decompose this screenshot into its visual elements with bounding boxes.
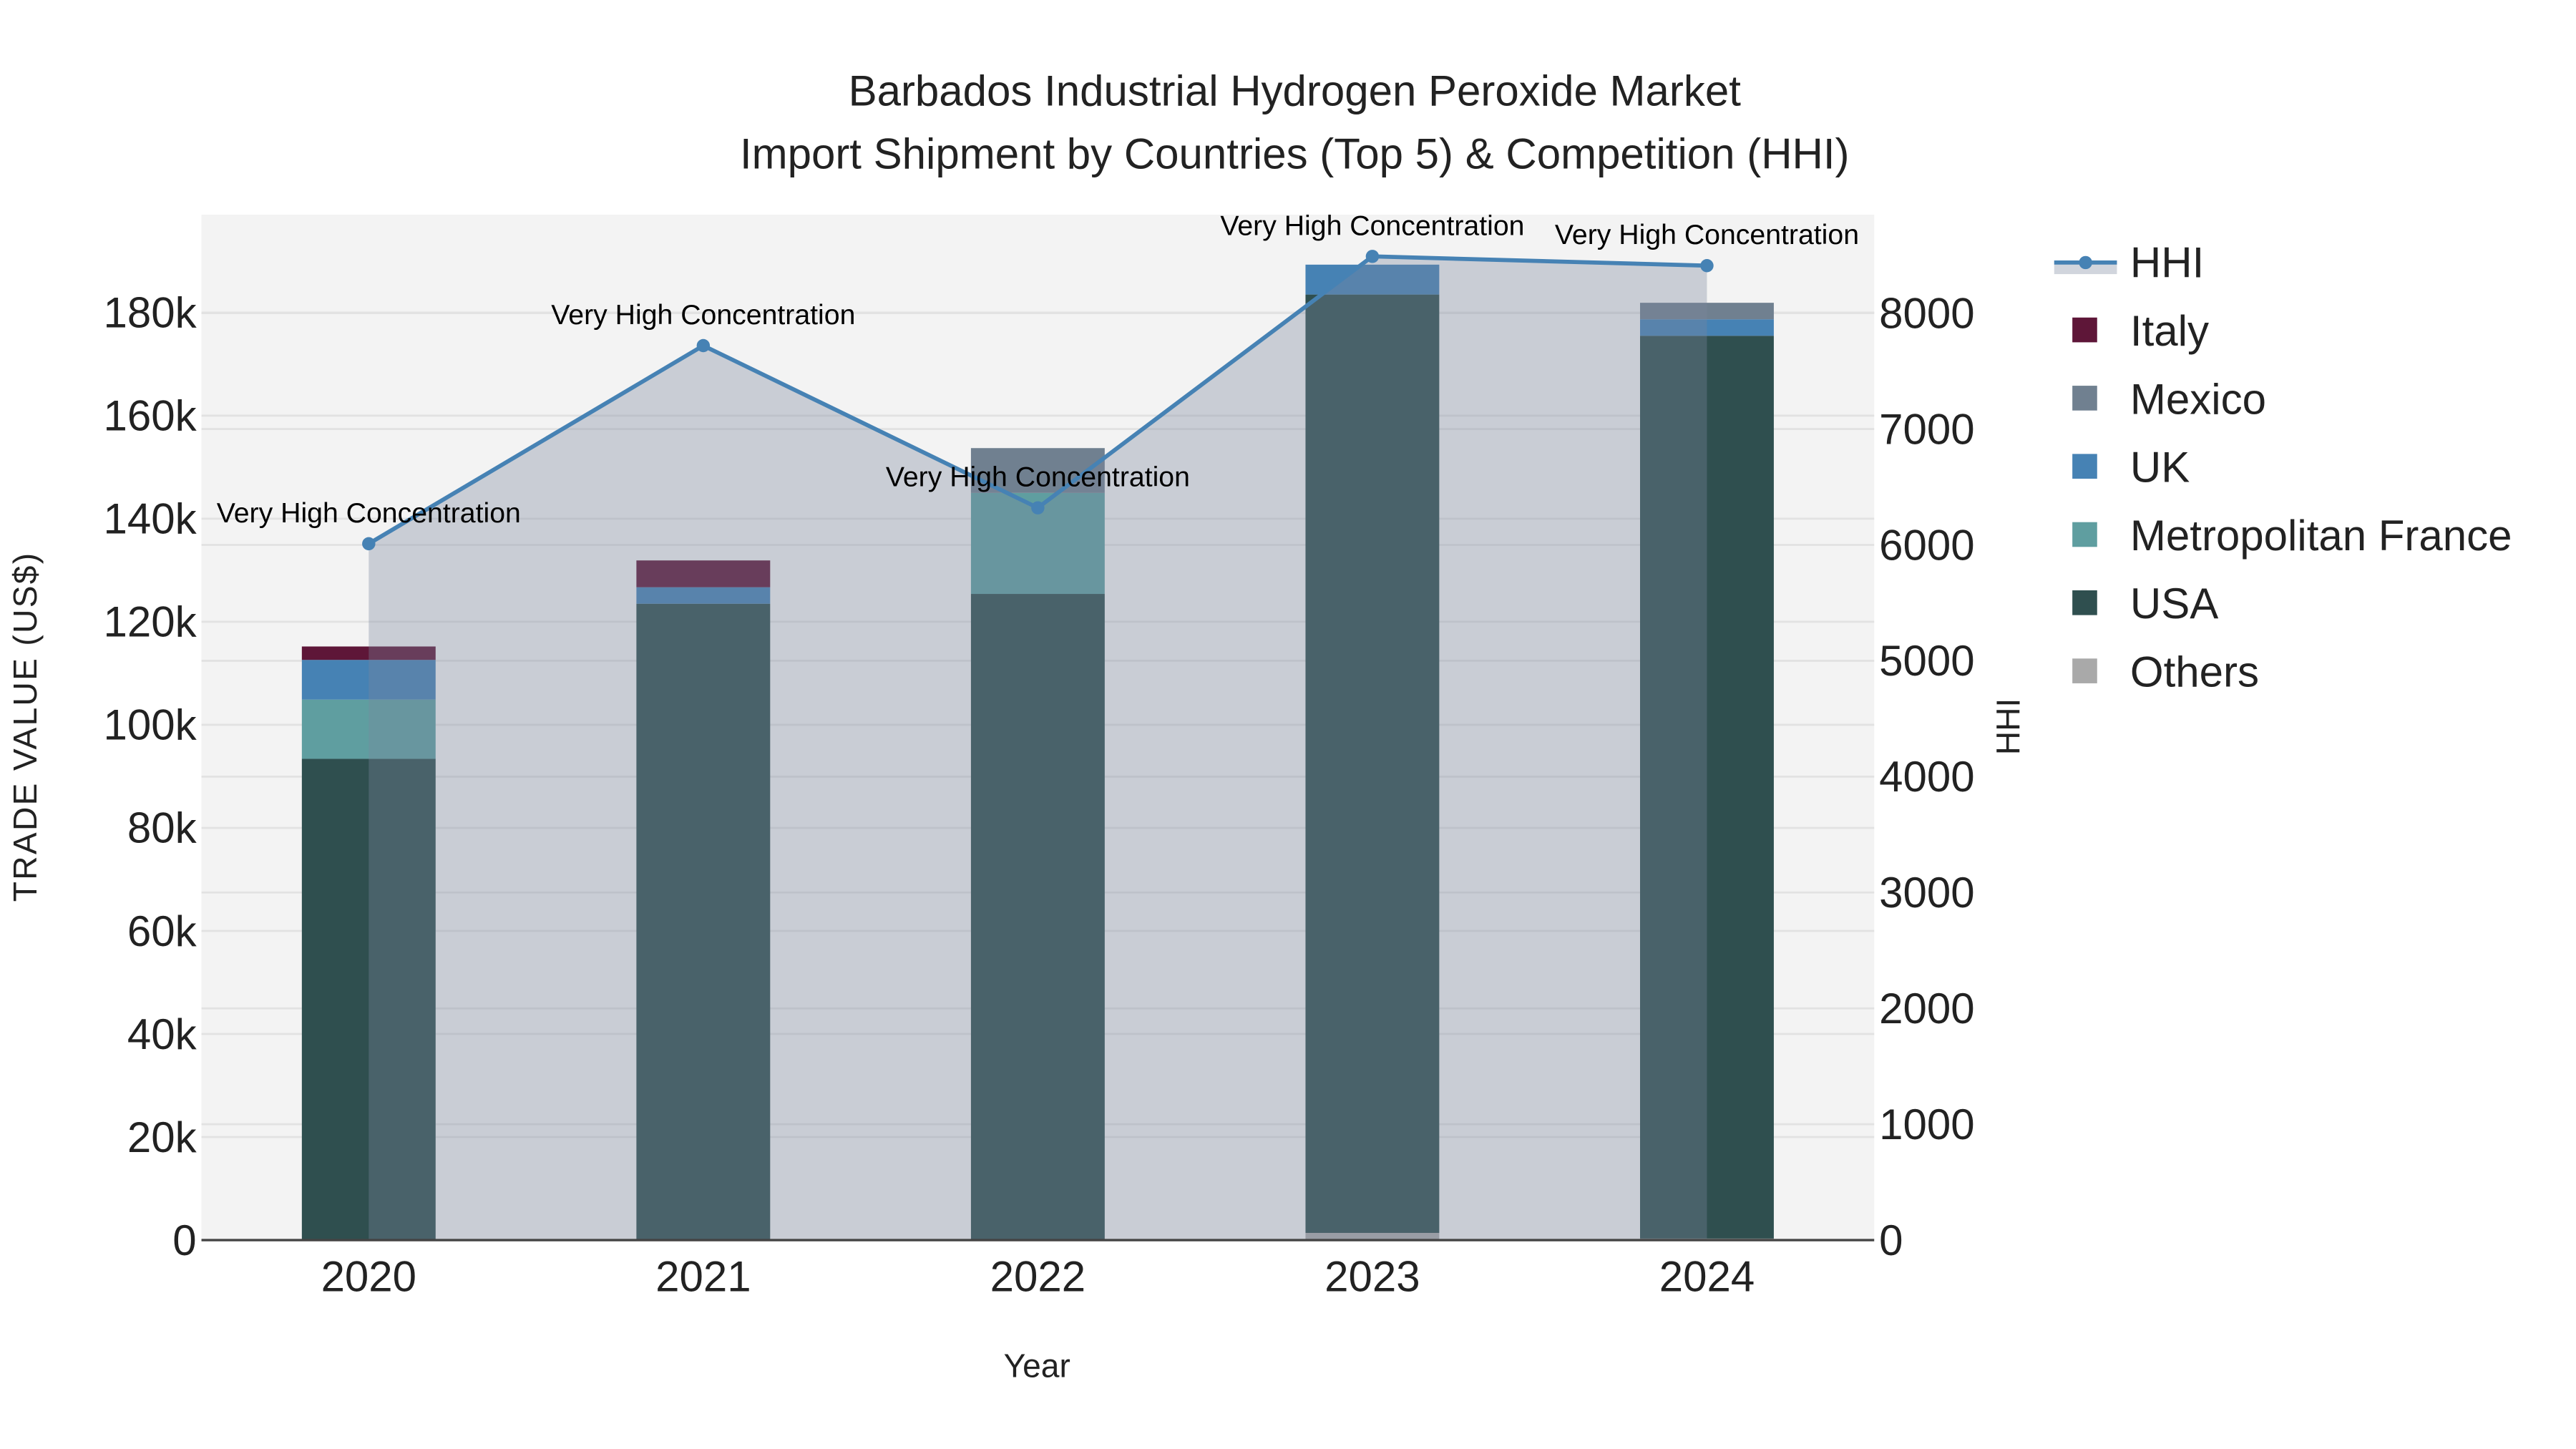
hhi-annotation: Very High Concentration [1555,219,1859,250]
y-tick-label: 180k [104,289,197,337]
y-tick-label: 120k [104,598,197,646]
legend-label: Italy [2130,307,2209,355]
x-axis-title: Year [1004,1347,1070,1385]
hhi-point-2021 [696,338,711,353]
y2-tick-label: 2000 [1879,985,1974,1033]
legend-label: Mexico [2130,375,2266,423]
hhi-point-2020 [362,537,376,551]
y-tick-label: 80k [127,804,197,852]
legend-swatch [2072,386,2097,411]
hhi-annotation: Very High Concentration [886,462,1190,493]
legend-swatch [2072,522,2097,547]
legend-marker [2079,255,2092,270]
y-tick-label: 60k [127,907,197,955]
y-tick-label: 0 [172,1216,196,1264]
y2-tick-label: 6000 [1879,521,1974,569]
legend-swatch [2072,454,2097,479]
y-tick-label: 160k [104,392,197,440]
y-tick-label: 40k [127,1010,197,1058]
legend-swatch [2072,590,2097,615]
hhi-annotation: Very High Concentration [551,299,855,331]
y2-tick-label: 4000 [1879,753,1974,801]
chart-subtitle: Import Shipment by Countries (Top 5) & C… [740,130,1850,177]
y2-axis-title: HHI [1989,698,2026,755]
y-axis-title: TRADE VALUE (US$) [6,552,44,902]
y2-tick-label: 5000 [1879,637,1974,685]
y2-tick-label: 0 [1879,1216,1903,1264]
legend-item-metropolitan-france[interactable]: Metropolitan France [2072,512,2512,560]
hhi-annotation: Very High Concentration [217,497,521,529]
hhi-point-2022 [1031,501,1045,514]
legend-label: Metropolitan France [2130,512,2512,560]
hhi-annotation: Very High Concentration [1220,210,1524,241]
y-tick-label: 100k [104,701,197,749]
legend-label: Others [2130,648,2259,696]
hhi-point-2024 [1700,259,1714,273]
legend-swatch [2072,658,2097,683]
chart-title: Barbados Industrial Hydrogen Peroxide Ma… [849,67,1742,115]
y2-tick-label: 1000 [1879,1101,1974,1148]
x-tick-label: 2022 [990,1253,1085,1301]
x-tick-label: 2020 [321,1253,416,1301]
y-tick-label: 20k [127,1113,197,1161]
legend-label: UK [2130,444,2190,492]
chart: Barbados Industrial Hydrogen Peroxide Ma… [0,0,2576,1449]
hhi-point-2023 [1365,250,1380,263]
x-tick-label: 2021 [655,1253,751,1301]
y2-tick-label: 8000 [1879,289,1974,337]
legend-label: HHI [2130,239,2204,287]
y2-tick-label: 3000 [1879,869,1974,917]
y2-tick-label: 7000 [1879,405,1974,453]
legend-swatch [2072,317,2097,343]
x-tick-label: 2024 [1659,1253,1755,1301]
x-tick-label: 2023 [1324,1253,1420,1301]
y-tick-label: 140k [104,495,197,543]
legend-label: USA [2130,580,2218,628]
